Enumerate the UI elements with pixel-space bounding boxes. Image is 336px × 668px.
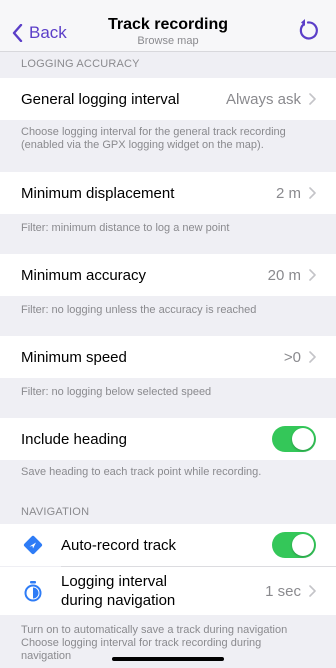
minimum-displacement-row[interactable]: Minimum displacement 2 m xyxy=(0,172,336,214)
min-accuracy-note: Filter: no logging unless the accuracy i… xyxy=(21,304,257,316)
section-header-logging-accuracy: LOGGING ACCURACY xyxy=(21,58,140,70)
timer-icon xyxy=(21,579,45,603)
section-header-navigation: NAVIGATION xyxy=(21,506,90,518)
chevron-right-icon xyxy=(309,187,316,199)
min-displacement-note: Filter: minimum distance to log a new po… xyxy=(21,222,230,234)
logging-interval-navigation-row[interactable]: Logging interval during navigation 1 sec xyxy=(0,567,336,615)
chevron-right-icon xyxy=(309,351,316,363)
navigation-note-line2: Choose logging interval for track record… xyxy=(21,637,262,649)
page-title: Track recording xyxy=(107,16,229,33)
include-heading-row: Include heading xyxy=(0,418,336,460)
row-label: Include heading xyxy=(21,430,127,448)
row-label: Minimum speed xyxy=(21,348,127,366)
row-label-line2: during navigation xyxy=(61,592,176,609)
row-value: >0 xyxy=(283,348,301,366)
row-label: General logging interval xyxy=(21,90,180,108)
toggle-knob xyxy=(292,428,314,450)
auto-record-track-row: Auto-record track xyxy=(0,524,336,566)
include-heading-note: Save heading to each track point while r… xyxy=(21,466,262,478)
row-value: 1 sec xyxy=(265,582,301,600)
general-logging-interval-row[interactable]: General logging interval Always ask xyxy=(0,78,336,120)
minimum-speed-row[interactable]: Minimum speed >0 xyxy=(0,336,336,378)
row-label-line1: Logging interval xyxy=(61,573,167,590)
chevron-right-icon xyxy=(309,93,316,105)
row-value: 2 m xyxy=(275,184,301,202)
row-label: Auto-record track xyxy=(61,536,177,554)
page-subtitle: Browse map xyxy=(137,35,199,47)
reset-icon xyxy=(299,19,318,40)
row-value: Always ask xyxy=(225,90,301,108)
minimum-accuracy-row[interactable]: Minimum accuracy 20 m xyxy=(0,254,336,296)
toggle-knob xyxy=(292,534,314,556)
navigation-arrow-icon xyxy=(21,533,45,557)
row-label: Minimum accuracy xyxy=(21,266,147,284)
reset-button[interactable] xyxy=(296,18,320,42)
min-speed-note: Filter: no logging below selected speed xyxy=(21,386,212,398)
row-value: 20 m xyxy=(267,266,301,284)
include-heading-toggle[interactable] xyxy=(272,426,316,452)
general-interval-note: Choose logging interval for the general … xyxy=(21,126,286,151)
chevron-right-icon xyxy=(309,269,316,281)
navigation-note-line1: Turn on to automatically save a track du… xyxy=(21,624,288,636)
home-indicator xyxy=(112,657,224,661)
navigation-bar: Back Track recording Browse map xyxy=(0,0,336,52)
chevron-right-icon xyxy=(309,585,316,597)
row-label: Minimum displacement xyxy=(21,184,175,202)
auto-record-toggle[interactable] xyxy=(272,532,316,558)
